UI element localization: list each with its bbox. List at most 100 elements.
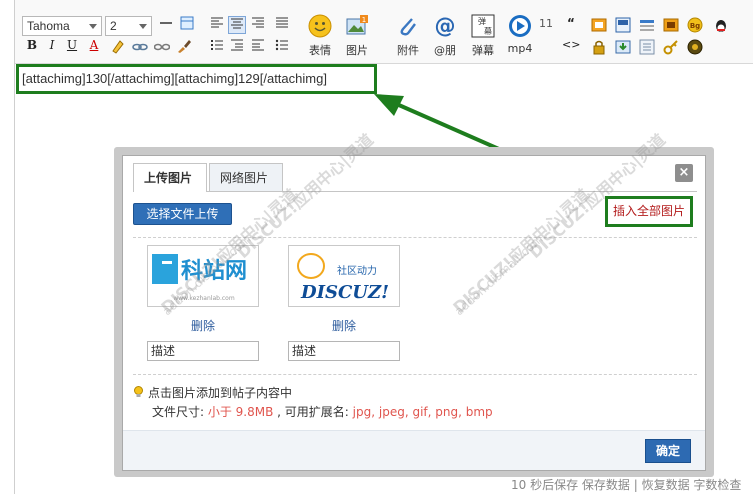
tip-text: 点击图片添加到帖子内容中 xyxy=(148,386,293,400)
editor-status-bar: 10 秒后保存 保存数据 | 恢复数据 字数检查 xyxy=(511,478,742,492)
outdent-icon xyxy=(231,39,243,51)
key-icon xyxy=(663,40,678,55)
svg-text:1: 1 xyxy=(362,16,366,24)
description-input[interactable]: 描述 xyxy=(147,341,259,361)
description-input[interactable]: 描述 xyxy=(288,341,400,361)
svg-text:www.kezhanlab.com: www.kezhanlab.com xyxy=(173,295,234,302)
align-left-button[interactable] xyxy=(208,16,226,34)
dashed-divider xyxy=(133,237,697,238)
mp4-label: mp4 xyxy=(507,42,533,55)
bold-button[interactable]: B xyxy=(23,38,41,56)
attachment-button[interactable]: 附件 xyxy=(391,14,425,60)
free-button[interactable] xyxy=(591,17,607,33)
danmu-button[interactable]: 弹幕 弹幕 xyxy=(466,14,500,60)
postbg-button[interactable] xyxy=(615,17,631,33)
qq-button[interactable] xyxy=(713,17,729,33)
outdent-button[interactable] xyxy=(228,38,246,56)
unlink-button[interactable] xyxy=(153,38,171,56)
free-icon xyxy=(591,18,607,32)
ordered-list-button[interactable] xyxy=(208,38,226,56)
lock-icon xyxy=(593,40,605,55)
index-button[interactable] xyxy=(639,39,655,55)
image-button[interactable]: 1 图片 xyxy=(340,14,374,60)
svg-text:DISCUZ!: DISCUZ! xyxy=(300,282,389,303)
password-icon xyxy=(640,20,654,31)
confirm-button[interactable]: 确定 xyxy=(645,439,691,463)
at-icon: @ xyxy=(435,14,456,38)
attachment-icon xyxy=(400,18,416,36)
font-family-select[interactable]: Tahoma xyxy=(22,16,102,36)
svg-text:Bg: Bg xyxy=(690,22,700,30)
file-size-info: 文件尺寸: 小于 9.8MB , 可用扩展名: jpg, jpeg, gif, … xyxy=(152,403,493,420)
image-thumbnail[interactable]: 科站网 www.kezhanlab.com xyxy=(147,245,259,307)
stamp-icon xyxy=(663,18,679,32)
tab-web-image[interactable]: 网络图片 xyxy=(209,163,283,191)
select-file-upload-button[interactable]: 选择文件上传 xyxy=(133,203,232,225)
ext-prefix: , 可用扩展名: xyxy=(273,405,353,419)
count-badge: 11 xyxy=(539,17,553,30)
align-justify-icon xyxy=(276,17,288,28)
font-color-button[interactable]: A xyxy=(85,38,103,56)
index-icon xyxy=(639,39,655,55)
download-button[interactable] xyxy=(615,39,631,55)
font-size-value: 2 xyxy=(110,19,117,33)
at-button[interactable]: @ @朋 xyxy=(428,14,462,60)
mp4-button[interactable]: mp4 xyxy=(503,14,537,60)
insert-all-images-button[interactable]: 插入全部图片 xyxy=(605,196,693,227)
unlink-icon xyxy=(153,43,171,51)
danmu-label: 弹幕 xyxy=(472,44,494,57)
mp4-icon xyxy=(509,15,531,37)
bg-button[interactable]: Bg xyxy=(687,17,703,33)
postbg-icon xyxy=(615,17,631,33)
chevron-down-icon xyxy=(89,24,97,29)
editor-content[interactable]: [attachimg]130[/attachimg][attachimg]129… xyxy=(16,64,377,94)
dialog-footer: 确定 xyxy=(123,430,705,470)
close-icon[interactable]: × xyxy=(675,164,693,182)
at-label: @朋 xyxy=(434,44,456,57)
smiley-button[interactable]: 表情 xyxy=(303,14,337,60)
chevron-down-icon xyxy=(139,24,147,29)
quote-button[interactable]: “ xyxy=(562,16,580,34)
dashed-divider xyxy=(133,374,697,375)
hr-button[interactable] xyxy=(157,16,175,34)
hr-icon xyxy=(160,22,172,24)
backcolor-button[interactable] xyxy=(109,38,127,56)
highlighter-icon xyxy=(112,40,124,54)
image-label: 图片 xyxy=(346,44,368,57)
size-limit: 小于 9.8MB xyxy=(207,405,274,419)
align-center-icon xyxy=(231,18,243,29)
stamp-button[interactable] xyxy=(663,17,679,33)
brush-icon xyxy=(178,40,191,53)
unordered-list-icon xyxy=(275,39,288,51)
image-thumbnail[interactable]: 社区动力 DISCUZ! xyxy=(288,245,400,307)
link-button[interactable] xyxy=(131,38,149,56)
hide-button[interactable] xyxy=(591,39,607,55)
unordered-list-button[interactable] xyxy=(273,38,291,56)
svg-text:@: @ xyxy=(435,14,456,38)
removeformat-button[interactable] xyxy=(175,38,193,56)
code-button[interactable]: <> xyxy=(562,38,580,56)
font-size-select[interactable]: 2 xyxy=(105,16,152,36)
table-button[interactable] xyxy=(178,16,196,34)
indent-button[interactable] xyxy=(249,38,267,56)
delete-link[interactable]: 删除 xyxy=(147,317,259,334)
password-button[interactable] xyxy=(639,17,655,33)
align-justify-button[interactable] xyxy=(273,16,291,34)
media-icon xyxy=(687,39,703,55)
svg-text:幕: 幕 xyxy=(484,26,492,36)
danmu-icon: 弹幕 xyxy=(471,14,495,38)
editor-toolbar: Tahoma 2 B I U A 表情 1 图片 附件 @ @朋 弹 幕 弹幕 … xyxy=(15,0,753,64)
link-icon xyxy=(132,43,148,51)
allowed-extensions: jpg, jpeg, gif, png, bmp xyxy=(352,405,493,419)
italic-button[interactable]: I xyxy=(43,38,61,56)
underline-button[interactable]: U xyxy=(63,38,81,56)
key-button[interactable] xyxy=(663,39,679,55)
table-icon xyxy=(180,16,194,30)
align-right-button[interactable] xyxy=(249,16,267,34)
ordered-list-icon xyxy=(211,40,223,50)
delete-link[interactable]: 删除 xyxy=(288,317,400,334)
media-button[interactable] xyxy=(687,39,703,55)
align-center-button[interactable] xyxy=(228,16,246,34)
tab-upload-image[interactable]: 上传图片 xyxy=(133,163,207,192)
smiley-icon xyxy=(308,14,332,38)
